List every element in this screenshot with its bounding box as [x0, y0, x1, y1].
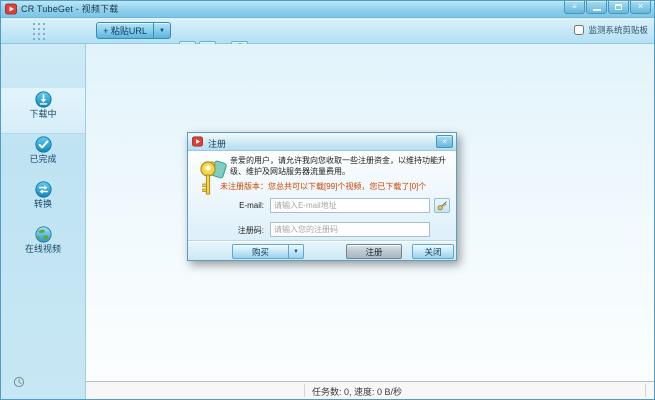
- dialog-message: 亲爱的用户，请允许我向您收取一些注册资金，以维持功能升级、维护及网站服务器流量费…: [230, 155, 452, 177]
- regcode-row: 注册码:: [188, 222, 456, 238]
- dialog-footer: 购买 ▼ 注册 关闭: [188, 241, 456, 260]
- convert-icon: [35, 181, 52, 198]
- key-with-tag-icon: [198, 156, 230, 200]
- sidebar-item-label: 在线视频: [1, 244, 85, 254]
- clock-icon[interactable]: [13, 376, 25, 388]
- sidebar-item-label: 转换: [1, 199, 85, 209]
- statusbar: 任务数: 0, 速度: 0 B/秒: [86, 381, 654, 399]
- sidebar-item-label: 已完成: [1, 154, 85, 164]
- close-icon[interactable]: ✕: [630, 1, 651, 14]
- status-tasks-text: 任务数: 0, 速度: 0 B/秒: [312, 385, 402, 398]
- register-button[interactable]: 注册: [346, 244, 402, 259]
- window-controls: ≡ ✕: [564, 1, 651, 14]
- titlebar: CR TubeGet - 视频下载 ≡ ✕: [1, 1, 654, 18]
- email-row: E-mail:: [188, 198, 456, 214]
- key-icon: [437, 200, 448, 211]
- menu-icon[interactable]: ≡: [564, 1, 585, 14]
- sidebar-item-downloading[interactable]: 下载中: [1, 88, 85, 133]
- email-field[interactable]: [270, 198, 430, 213]
- buy-dropdown[interactable]: ▼: [289, 244, 304, 259]
- minimize-icon[interactable]: [586, 1, 607, 14]
- request-code-button[interactable]: [434, 198, 450, 213]
- check-icon: [35, 136, 52, 153]
- email-label: E-mail:: [192, 201, 264, 210]
- register-dialog: 注册 ✕ 亲爱的用户，请允许我向您收取一些注册资金，以维持功能升级、维护及网站服…: [187, 132, 457, 261]
- statusbar-divider: [304, 384, 305, 397]
- unregistered-notice: 未注册版本：您总共可以下载[99]个视频，您已下载了[0]个: [220, 181, 426, 192]
- paste-url-button[interactable]: + 粘贴URL: [96, 22, 154, 39]
- sidebar-item-convert[interactable]: 转换: [1, 178, 85, 223]
- app-icon: [5, 3, 17, 15]
- globe-icon: [35, 226, 52, 243]
- clipboard-monitor-checkbox[interactable]: [574, 25, 584, 35]
- app-window: CR TubeGet - 视频下载 ≡ ✕ + 粘贴URL ▼ ▶: [0, 0, 655, 400]
- dialog-body: 亲爱的用户，请允许我向您收取一些注册资金，以维持功能升级、维护及网站服务器流量费…: [188, 151, 456, 241]
- statusbar-divider: [645, 384, 646, 397]
- sidebar: 下载中 已完成 转换: [1, 44, 86, 399]
- buy-button[interactable]: 购买: [232, 244, 289, 259]
- dialog-app-icon: [192, 136, 203, 147]
- window-title: CR TubeGet - 视频下载: [21, 3, 118, 16]
- sidebar-item-label: 下载中: [1, 109, 85, 119]
- toolbar: + 粘贴URL ▼ ▶ 监测系统剪贴板: [1, 18, 654, 44]
- clipboard-monitor-label: 监测系统剪贴板: [588, 24, 648, 36]
- regcode-label: 注册码:: [192, 225, 264, 236]
- paste-url-dropdown[interactable]: ▼: [154, 22, 171, 39]
- drag-grip-icon[interactable]: [32, 22, 47, 40]
- sidebar-item-completed[interactable]: 已完成: [1, 133, 85, 178]
- maximize-icon[interactable]: [608, 1, 629, 14]
- sidebar-item-online-video[interactable]: 在线视频: [1, 223, 85, 268]
- dialog-title: 注册: [208, 137, 226, 150]
- dialog-close-icon[interactable]: ✕: [436, 135, 453, 148]
- close-button[interactable]: 关闭: [412, 244, 454, 259]
- regcode-field[interactable]: [270, 222, 430, 237]
- clipboard-monitor-toggle[interactable]: 监测系统剪贴板: [574, 24, 648, 36]
- dialog-titlebar: 注册 ✕: [188, 133, 456, 151]
- download-icon: [35, 91, 52, 108]
